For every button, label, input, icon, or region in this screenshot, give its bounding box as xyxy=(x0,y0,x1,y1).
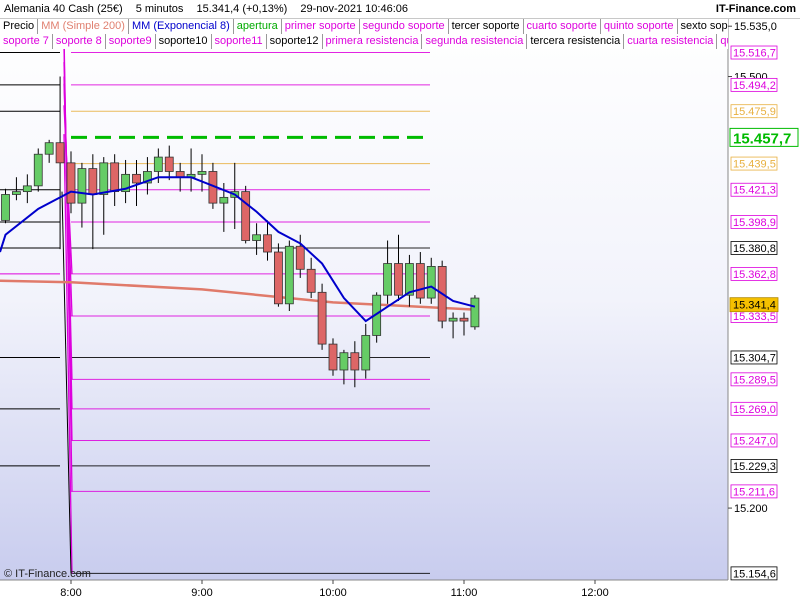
legend-item[interactable]: segunda resistencia xyxy=(422,34,528,49)
x-tick-label: 9:00 xyxy=(191,587,212,599)
candle-body[interactable] xyxy=(22,185,32,193)
y-tick-label: 15.535,0 xyxy=(734,21,777,33)
level-label: 15.333,5 xyxy=(733,311,776,323)
candle-body[interactable] xyxy=(426,266,436,299)
legend-row-1: Precio MM (Simple 200) MM (Exponencial 8) a… xyxy=(0,19,728,34)
legend-item[interactable]: soporte 7 xyxy=(0,34,53,49)
legend-item[interactable]: cuarta resistencia xyxy=(624,34,718,49)
candle-body[interactable] xyxy=(448,317,458,322)
candle-body[interactable] xyxy=(339,352,349,371)
candle-body[interactable] xyxy=(252,234,261,241)
candle-body[interactable] xyxy=(153,156,163,172)
level-label: 15.398,9 xyxy=(733,217,776,229)
candle-body[interactable] xyxy=(328,343,338,371)
candle-body[interactable] xyxy=(1,194,10,221)
chart-window: Alemania 40 Cash (25€) 5 minutos 15.341,… xyxy=(0,0,800,600)
x-tick-label: 11:00 xyxy=(451,587,478,599)
candle-body[interactable] xyxy=(350,352,360,371)
candle-body[interactable] xyxy=(77,168,87,204)
candle-body[interactable] xyxy=(241,191,251,241)
legend-item[interactable]: apertura xyxy=(233,19,282,34)
candle-body[interactable] xyxy=(132,173,141,184)
candle-body[interactable] xyxy=(99,162,109,195)
candle-body[interactable] xyxy=(197,171,207,175)
candle-body[interactable] xyxy=(88,168,98,195)
candle-body[interactable] xyxy=(459,317,469,322)
level-label: 15.421,3 xyxy=(733,185,776,197)
candle-body[interactable] xyxy=(295,245,305,270)
y-tick-label: 15.200 xyxy=(734,503,768,515)
level-label: 15.494,2 xyxy=(733,80,776,92)
candle-body[interactable] xyxy=(394,263,403,296)
candle-body[interactable] xyxy=(470,297,480,328)
level-label: 15.457,7 xyxy=(733,130,791,147)
legend-item[interactable]: MM (Simple 200) xyxy=(38,19,129,34)
legend-item[interactable]: quinto soporte xyxy=(600,19,678,34)
level-label: 15.439,5 xyxy=(733,159,776,171)
legend-item[interactable]: quinta resistencia xyxy=(717,34,728,49)
candle-body[interactable] xyxy=(219,196,229,204)
legend-item[interactable]: Precio xyxy=(0,19,39,34)
plot-area[interactable] xyxy=(0,19,728,580)
x-axis-band xyxy=(0,580,800,600)
candle-body[interactable] xyxy=(33,153,43,187)
level-label: 15.362,8 xyxy=(733,269,776,281)
candle-body[interactable] xyxy=(383,263,392,296)
legend-item[interactable]: cuarto soporte xyxy=(523,19,601,34)
legend-item[interactable]: sexto soporte xyxy=(677,19,728,34)
level-label: 15.211,6 xyxy=(733,486,775,498)
legend-item[interactable]: primera resistencia xyxy=(322,34,423,49)
candle-body[interactable] xyxy=(284,245,294,305)
candlestick-chart[interactable]: 8:00 9:00 10:00 11:00 12:0015.535,015.50015.… xyxy=(0,0,800,600)
x-tick-label: 8:00 xyxy=(60,587,81,599)
legend-item[interactable]: tercera resistencia xyxy=(527,34,625,49)
candle-body[interactable] xyxy=(274,251,283,305)
candle-body[interactable] xyxy=(12,191,21,195)
candle-body[interactable] xyxy=(405,263,414,296)
legend-item[interactable]: soporte10 xyxy=(155,34,212,49)
candle-body[interactable] xyxy=(317,291,327,345)
watermark-label: © IT-Finance.com xyxy=(4,568,91,580)
legend-item[interactable]: MM (Exponencial 8) xyxy=(128,19,234,34)
candle-body[interactable] xyxy=(44,142,54,155)
legend-item[interactable]: primer soporte xyxy=(281,19,360,34)
candle-body[interactable] xyxy=(361,335,371,371)
legend-item[interactable]: soporte11 xyxy=(211,34,267,49)
candle-body[interactable] xyxy=(164,156,174,172)
candle-body[interactable] xyxy=(55,142,65,164)
candle-body[interactable] xyxy=(66,162,76,204)
level-label: 15.304,7 xyxy=(733,352,776,364)
level-label: 15.154,6 xyxy=(733,568,776,580)
level-label: 15.516,7 xyxy=(733,48,776,60)
x-tick-label: 10:00 xyxy=(319,587,347,599)
legend-item[interactable]: soporte12 xyxy=(266,34,323,49)
level-label: 15.247,0 xyxy=(733,435,776,447)
legend-item[interactable]: soporte 8 xyxy=(52,34,106,49)
candle-body[interactable] xyxy=(110,162,120,193)
level-label: 15.380,8 xyxy=(733,243,776,255)
legend-item[interactable]: tercer soporte xyxy=(448,19,524,34)
candle-body[interactable] xyxy=(306,268,316,293)
legend-row-2: soporte 7 soporte 8 soporte9 soporte10 sopor… xyxy=(0,34,728,49)
candle-body[interactable] xyxy=(415,263,425,299)
legend-item[interactable]: segundo soporte xyxy=(359,19,449,34)
level-label: 15.475,9 xyxy=(733,106,776,118)
level-label: 15.289,5 xyxy=(733,374,776,386)
level-label: 15.229,3 xyxy=(733,461,776,473)
level-label: 15.269,0 xyxy=(733,404,776,416)
candle-body[interactable] xyxy=(263,234,272,253)
x-tick-label: 12:00 xyxy=(581,587,609,599)
last-price-label: 15.341,4 xyxy=(733,300,776,312)
legend-item[interactable]: soporte9 xyxy=(105,34,156,49)
